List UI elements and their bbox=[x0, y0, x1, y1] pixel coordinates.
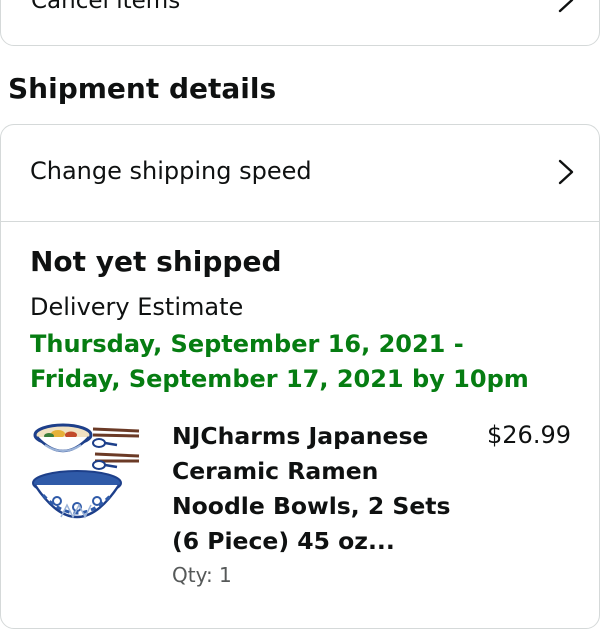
cancel-items-row[interactable]: Cancel items bbox=[0, 0, 600, 46]
product-price: $26.99 bbox=[487, 421, 571, 449]
shipment-card: Change shipping speed Not yet shipped De… bbox=[0, 124, 600, 629]
delivery-estimate-label: Delivery Estimate bbox=[30, 293, 244, 321]
cancel-items-label: Cancel items bbox=[31, 0, 181, 14]
chevron-right-icon bbox=[558, 159, 574, 185]
chevron-right-icon bbox=[558, 0, 574, 13]
product-quantity: Qty: 1 bbox=[172, 563, 232, 587]
section-heading: Shipment details bbox=[8, 72, 277, 105]
product-title-link[interactable]: NJCharms Japanese Ceramic Ramen Noodle B… bbox=[172, 419, 452, 559]
change-shipping-speed-row[interactable]: Change shipping speed bbox=[1, 125, 599, 222]
delivery-window: Thursday, September 16, 2021 - Friday, S… bbox=[30, 330, 529, 393]
ramen-bowls-image[interactable] bbox=[31, 421, 143, 533]
shipment-status: Not yet shipped bbox=[30, 245, 282, 278]
change-shipping-speed-label: Change shipping speed bbox=[30, 157, 312, 185]
